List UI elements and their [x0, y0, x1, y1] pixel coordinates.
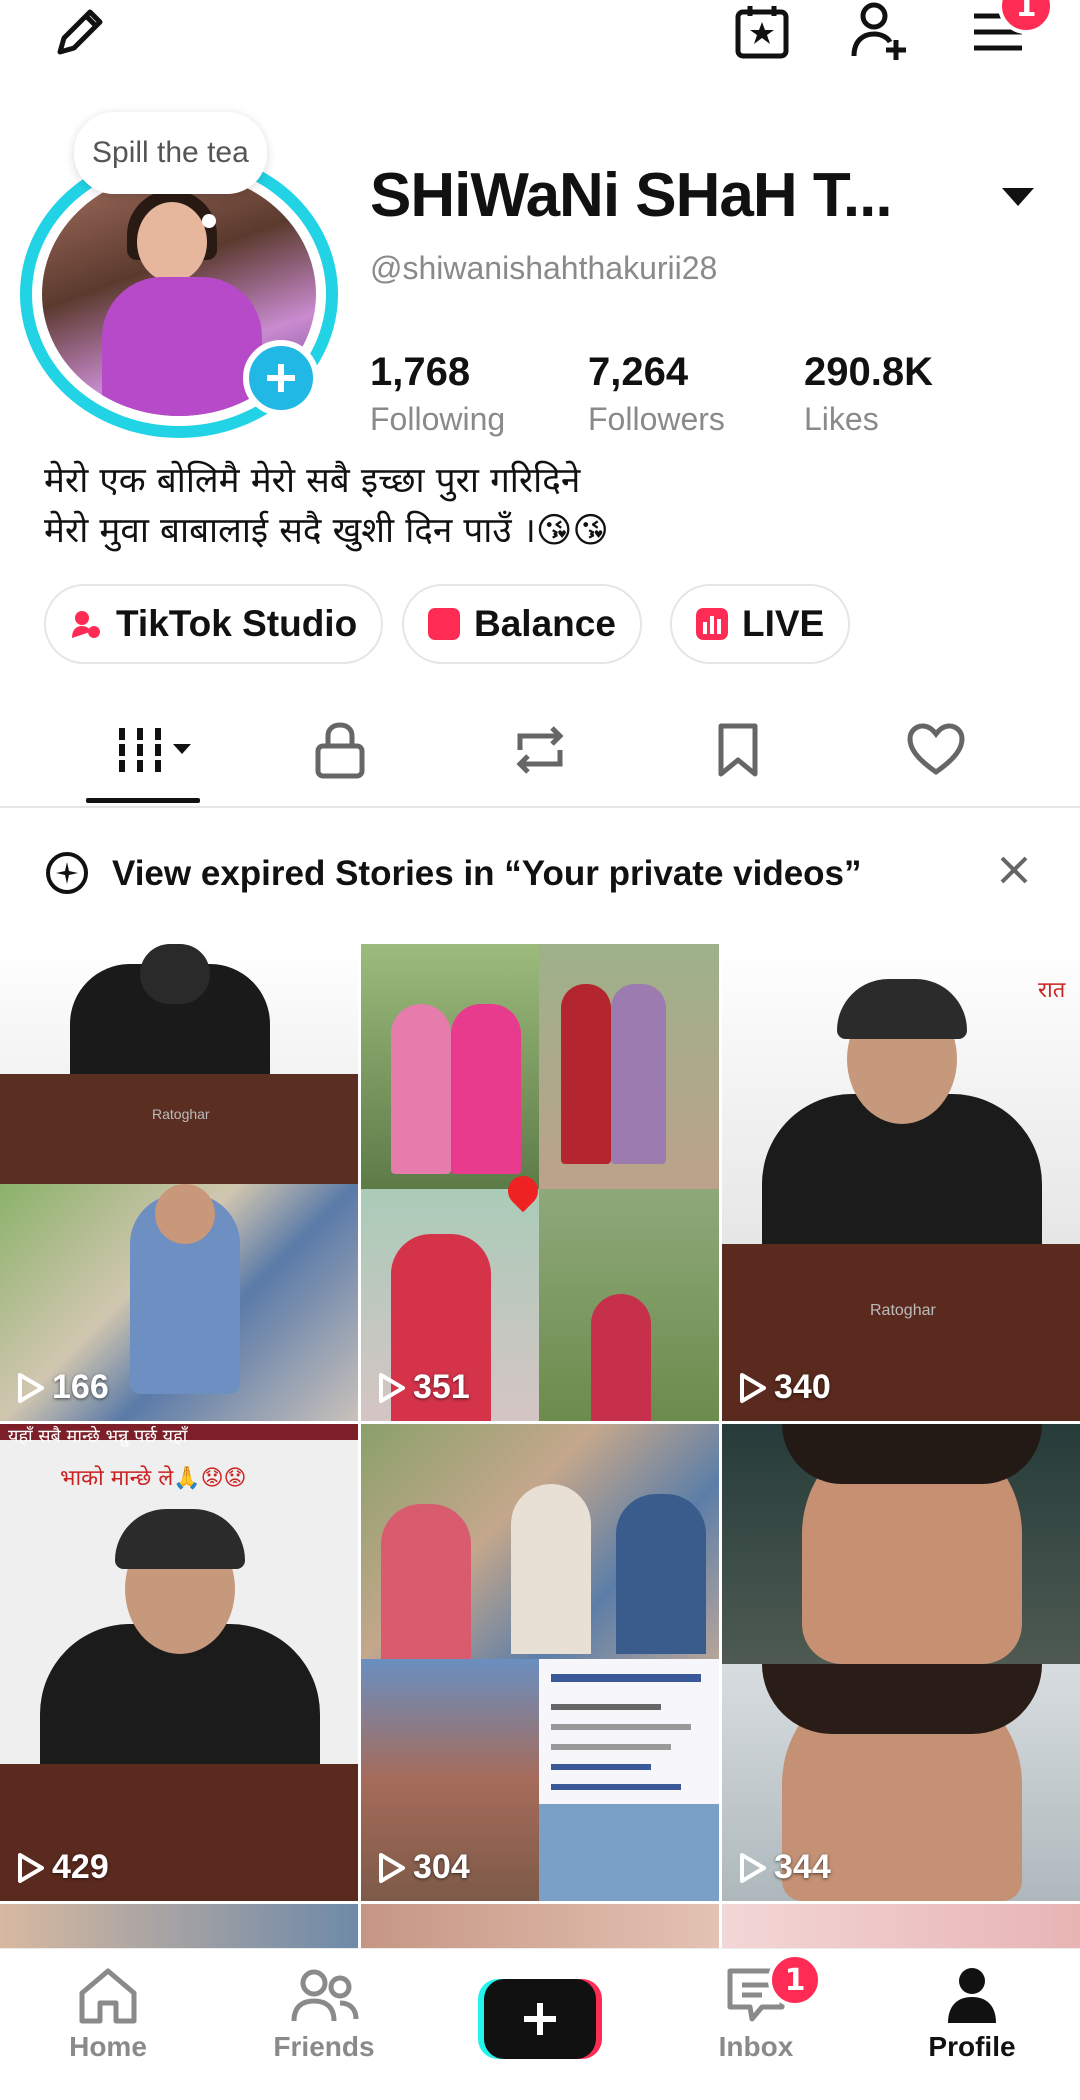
play-icon [18, 1372, 44, 1403]
play-icon [379, 1372, 405, 1403]
stat-label: Likes [804, 401, 879, 437]
inbox-badge: 1 [768, 1953, 822, 2007]
tiktok-studio-button[interactable]: TikTok Studio [44, 584, 384, 664]
stat-label: Followers [588, 401, 725, 437]
video-tile[interactable]: यहाँ सबै मान्छे भन्नु पर्छ यहाँ भाको मान… [0, 1424, 358, 1901]
live-button[interactable]: LIVE [670, 584, 851, 664]
nav-inbox[interactable]: Inbox [656, 1965, 856, 2095]
tile-banner: यहाँ सबै मान्छे भन्नु पर्छ यहाँ [8, 1426, 188, 1447]
video-tile[interactable]: Ratoghar 166 [0, 944, 358, 1421]
play-icon [740, 1852, 766, 1883]
view-count: 429 [16, 1848, 109, 1887]
tile-caption: Ratoghar [152, 1106, 210, 1122]
stat-following[interactable]: 1,768 Following [370, 350, 505, 438]
friends-icon [291, 1969, 359, 2022]
wallet-icon [428, 608, 460, 640]
stat-value: 1,768 [370, 350, 471, 394]
stat-likes[interactable]: 290.8K Likes [804, 350, 933, 438]
tile-caption: Ratoghar [870, 1302, 936, 1319]
tab-reposts[interactable] [500, 700, 580, 800]
video-tile[interactable]: 304 [361, 1424, 719, 1901]
video-tile[interactable] [722, 1904, 1080, 1948]
bio-line: मेरो एक बोलिमै मेरो सबै इच्छा पुरा गरिदि… [44, 461, 581, 501]
view-count-value: 166 [52, 1368, 109, 1406]
video-tile[interactable]: 351 [361, 944, 719, 1421]
video-tile[interactable] [0, 1904, 358, 1948]
add-user-icon[interactable] [848, 0, 912, 64]
home-icon [79, 1968, 137, 2024]
bio: मेरो एक बोलिमै मेरो सबै इच्छा पुरा गरिदि… [44, 456, 609, 556]
username: @shiwanishahthakurii28 [370, 250, 718, 286]
stat-value: 290.8K [804, 350, 933, 394]
view-count: 304 [377, 1848, 470, 1887]
video-tile[interactable] [361, 1904, 719, 1948]
stat-value: 7,264 [588, 350, 689, 394]
view-count: 351 [377, 1368, 470, 1407]
nav-label: Home [69, 2031, 147, 2062]
pencil-icon[interactable] [48, 0, 112, 64]
balance-button[interactable]: Balance [402, 584, 642, 664]
live-icon [696, 608, 728, 640]
chip-label: LIVE [742, 603, 825, 644]
nav-friends[interactable]: Friends [224, 1965, 424, 2095]
view-count: 344 [738, 1848, 831, 1887]
account-switch-caret-icon[interactable] [1002, 188, 1034, 206]
nav-label: Profile [928, 2031, 1016, 2062]
play-icon [740, 1372, 766, 1403]
video-tile[interactable]: 344 [722, 1424, 1080, 1901]
play-icon [18, 1852, 44, 1883]
bottom-navigation: Home Friends Inbox 1 Profile [0, 1948, 1080, 2100]
tab-liked[interactable] [896, 700, 976, 800]
videos-grid-icon [119, 728, 191, 772]
stat-followers[interactable]: 7,264 Followers [588, 350, 725, 438]
banner-text: View expired Stories in “Your private vi… [112, 854, 862, 893]
bio-line: मेरो मुवा बाबालाई सदै खुशी दिन पाउँ ।😘😘 [44, 511, 609, 551]
tab-private[interactable] [300, 700, 380, 800]
play-icon [379, 1852, 405, 1883]
view-count-value: 304 [413, 1848, 470, 1886]
view-count-value: 344 [774, 1848, 831, 1886]
calendar-star-icon[interactable] [730, 0, 794, 64]
nav-label: Inbox [718, 2031, 794, 2062]
plus-icon [484, 1979, 596, 2059]
view-count: 340 [738, 1368, 831, 1407]
chip-label: Balance [474, 603, 616, 644]
view-count-value: 429 [52, 1848, 109, 1886]
nav-label: Friends [273, 2031, 375, 2062]
video-tile[interactable]: Ratoghar रात 340 [722, 944, 1080, 1421]
studio-icon [72, 611, 100, 638]
repost-icon [516, 726, 564, 774]
add-story-button[interactable] [243, 340, 319, 416]
heart-icon [907, 723, 965, 776]
view-count-value: 351 [413, 1368, 470, 1406]
tab-favorites[interactable] [698, 700, 778, 800]
chip-label: TikTok Studio [116, 603, 358, 644]
bubble-tail [202, 214, 216, 228]
create-button[interactable] [478, 1979, 602, 2059]
profile-icon [948, 1968, 996, 2023]
view-count: 166 [16, 1368, 109, 1407]
bookmark-icon [718, 723, 758, 777]
story-icon [46, 852, 88, 894]
active-tab-indicator [86, 798, 200, 803]
note-bubble[interactable]: Spill the tea [74, 112, 267, 194]
tile-corner-text: रात [1038, 978, 1066, 1003]
tab-videos-grid[interactable] [104, 700, 204, 800]
view-count-value: 340 [774, 1368, 831, 1406]
stat-label: Following [370, 401, 506, 437]
tile-banner: भाको मान्छे ले🙏😟😟 [60, 1466, 247, 1491]
content-tabs [0, 700, 1080, 808]
nav-home[interactable]: Home [8, 1965, 208, 2095]
lock-icon [315, 722, 365, 779]
nav-profile[interactable]: Profile [872, 1965, 1072, 2095]
display-name: SHiWaNi SHaH T... [370, 161, 893, 230]
close-icon[interactable] [998, 854, 1030, 891]
top-bar: 1 [0, 0, 1080, 80]
